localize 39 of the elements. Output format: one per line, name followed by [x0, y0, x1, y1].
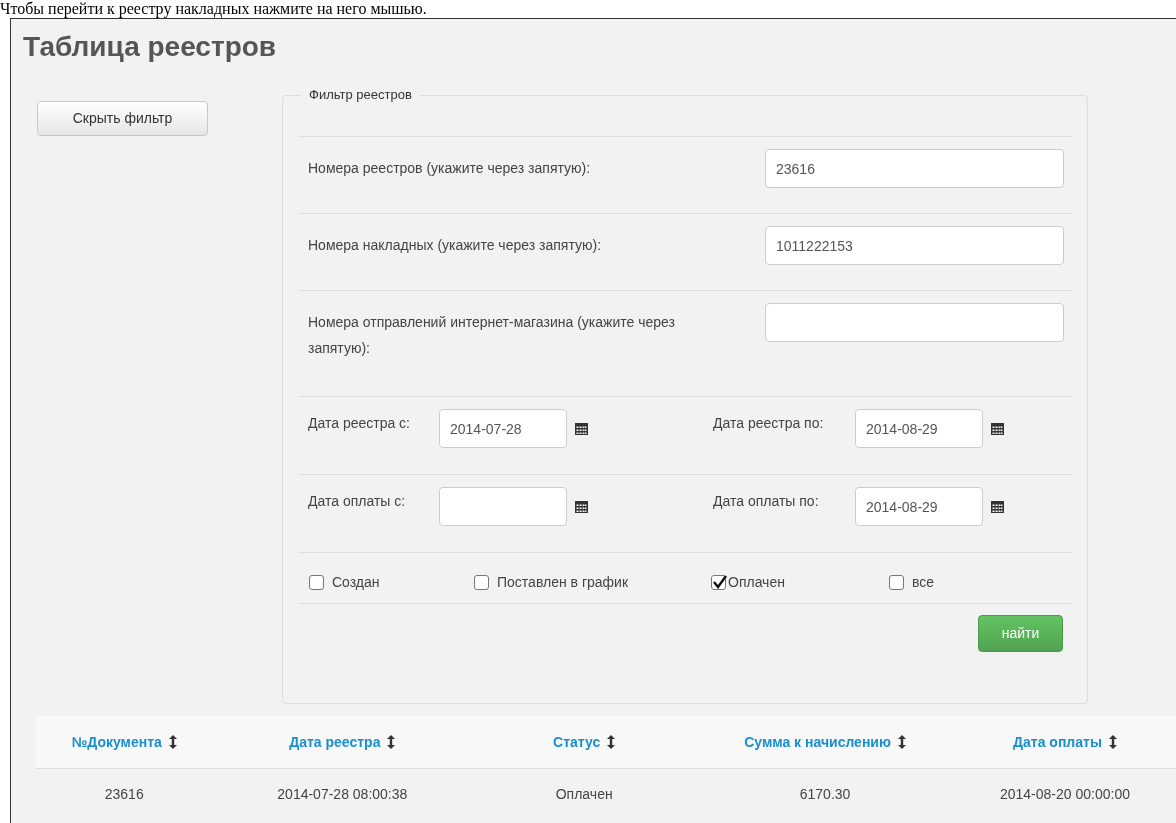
page-title: Таблица реестров: [23, 30, 277, 64]
checkbox[interactable]: [309, 575, 324, 590]
input-field[interactable]: 2014-08-29: [855, 487, 983, 526]
field-label: Дата оплаты по:: [712, 492, 820, 511]
sort-icon[interactable]: [1108, 735, 1117, 749]
table-cell-text: 2014-07-28 08:00:38: [277, 785, 408, 804]
sort-icon[interactable]: [168, 735, 177, 749]
hide-filter-button[interactable]: Скрыть фильтр: [37, 101, 208, 136]
calendar-icon[interactable]: [991, 500, 1004, 513]
sort-icon[interactable]: [607, 735, 616, 749]
field-label: Дата оплаты с:: [307, 492, 407, 511]
checkbox[interactable]: [474, 575, 489, 590]
table-cell-text: 2014-08-20 00:00:00: [999, 785, 1130, 804]
table-cell-text: 23616: [104, 785, 144, 804]
input-field[interactable]: 23616: [765, 149, 1064, 188]
field-label: Номера накладных (укажите через запятую):: [307, 236, 602, 255]
field-label: Номера реестров (укажите через запятую):: [307, 159, 592, 178]
sort-icon[interactable]: [387, 735, 396, 749]
checkbox-label: все: [912, 573, 935, 592]
checkbox-label: Поставлен в график: [497, 573, 629, 592]
table-cell-text: Оплачен: [555, 785, 613, 804]
sort-icon[interactable]: [897, 735, 906, 749]
checkbox-label: Оплачен: [728, 573, 785, 592]
input-field[interactable]: 2014-08-29: [855, 409, 983, 448]
input-field[interactable]: [439, 487, 567, 526]
field-label: Номера отправлений интернет-магазина (укажите через запятую):: [307, 313, 676, 358]
calendar-icon[interactable]: [575, 500, 588, 513]
table-cell-text: 6170.30: [799, 785, 851, 804]
input-field[interactable]: 1011222153: [765, 226, 1064, 265]
checkbox[interactable]: [889, 575, 904, 590]
field-label: Дата реестра с:: [307, 414, 411, 433]
calendar-icon[interactable]: [575, 422, 588, 435]
input-field[interactable]: 2014-07-28: [439, 409, 567, 448]
checkbox-label: Создан: [332, 573, 380, 592]
checkbox[interactable]: [711, 575, 726, 590]
field-label: Дата реестра по:: [712, 414, 825, 433]
instruction-text: Чтобы перейти к реестру накладных нажмите на него мышью.: [0, 0, 427, 18]
input-field[interactable]: [765, 303, 1064, 342]
calendar-icon[interactable]: [991, 422, 1004, 435]
